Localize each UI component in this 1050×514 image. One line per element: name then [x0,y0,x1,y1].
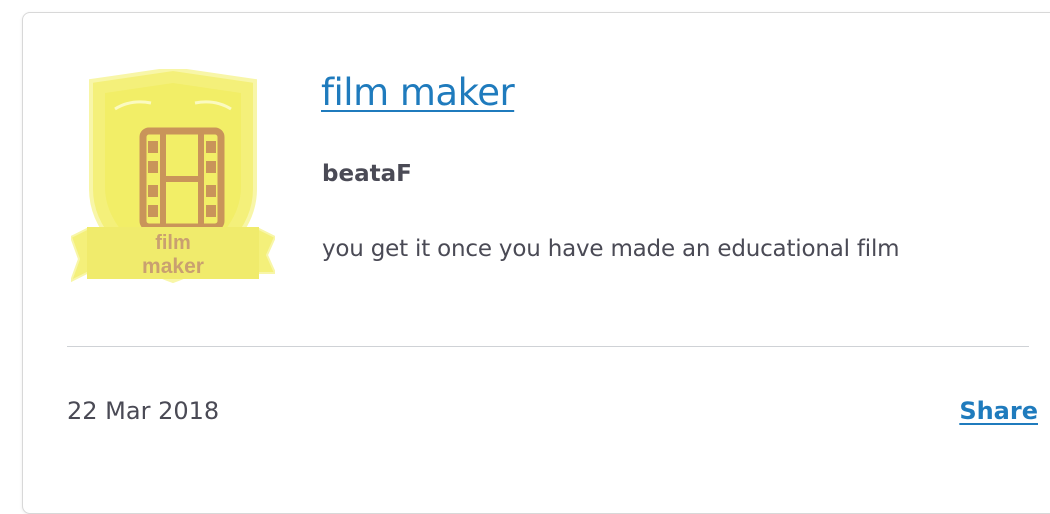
badge-description: you get it once you have made an educati… [322,236,900,262]
badge-author: beataF [322,161,412,187]
card-divider [67,346,1029,347]
badge-image[interactable]: film maker [71,69,275,285]
badge-title-link[interactable]: film maker [321,71,515,115]
badge-date: 22 Mar 2018 [67,397,220,425]
badge-ribbon-line1: film [155,232,191,254]
share-link[interactable]: Share [959,395,1038,427]
badge-card: film maker film maker beataF you get it … [22,12,1050,514]
badge-shield-graphic: film maker [71,69,275,284]
badge-ribbon-line2: maker [142,255,204,278]
